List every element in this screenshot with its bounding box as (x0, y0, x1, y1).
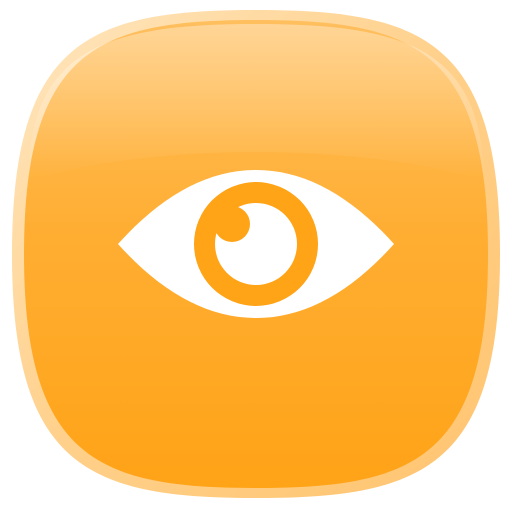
pupil-highlight (214, 206, 250, 242)
canvas (0, 0, 512, 512)
app-icon-graphic (12, 10, 500, 498)
app-icon-eye[interactable] (12, 10, 500, 498)
